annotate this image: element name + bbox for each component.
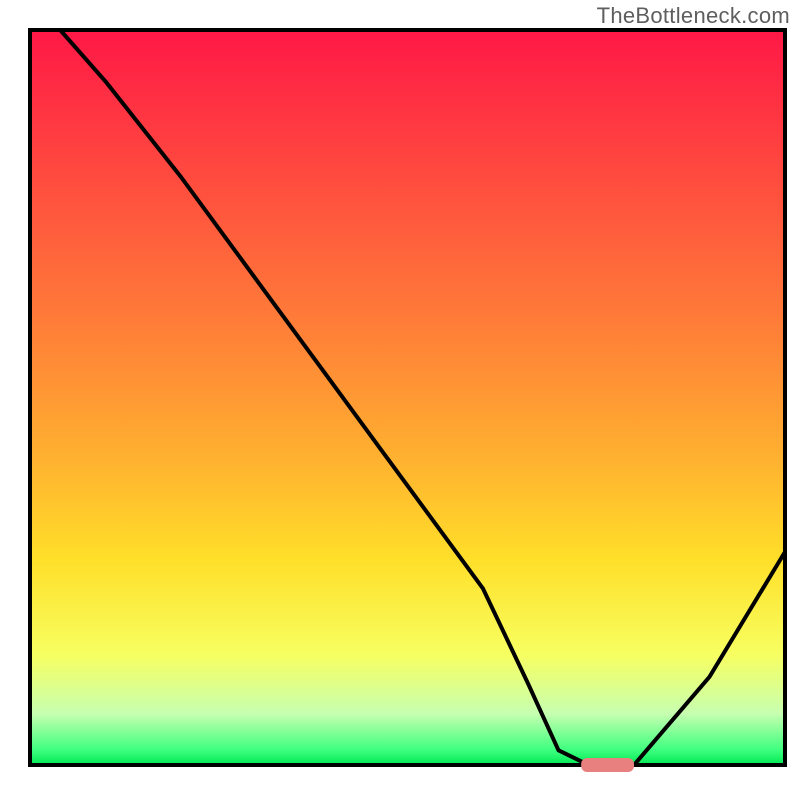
- optimal-marker: [581, 758, 634, 772]
- chart-container: TheBottleneck.com: [0, 0, 800, 800]
- bottleneck-chart: [0, 0, 800, 800]
- plot-background: [30, 30, 785, 765]
- watermark-text: TheBottleneck.com: [597, 3, 790, 29]
